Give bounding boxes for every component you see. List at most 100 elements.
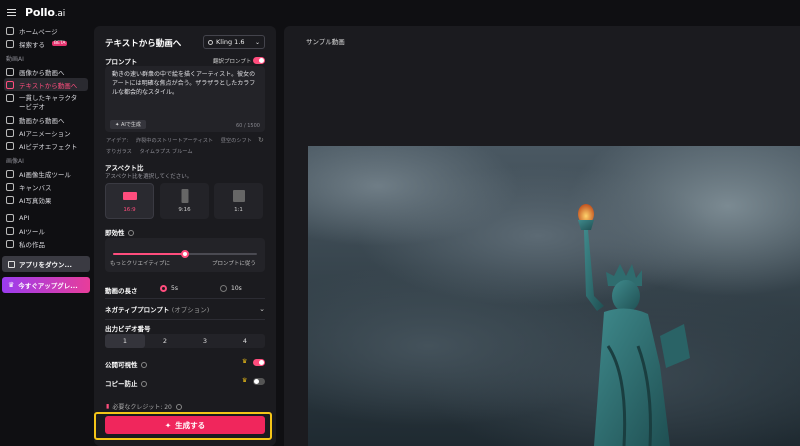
sidebar: ホームページ 探索する BETA 動画AI 画像から動画へ テキストから動画へ 一貫した… [0, 24, 92, 446]
sample-title: サンプル動画 [306, 38, 345, 46]
info-icon [140, 381, 147, 387]
sidebar-item[interactable]: AI画像生成ツール [0, 167, 92, 180]
works-icon [6, 239, 14, 248]
sidebar-item-label: テキストから動画へ [19, 81, 78, 90]
home-icon [6, 26, 14, 35]
top-bar: Pollo.ai [0, 0, 800, 24]
duration-5s-radio[interactable] [160, 285, 167, 292]
sidebar-item-label: 画像から動画へ [19, 68, 65, 77]
aspect-label: アスペクト比 [105, 164, 144, 172]
sidebar-item[interactable]: テキストから動画へ [4, 78, 88, 91]
ai-generate-button[interactable]: ✦ AIで生成 [110, 120, 146, 129]
sidebar-item[interactable]: 探索する BETA [0, 37, 92, 50]
idea-chip[interactable]: すりガラス [106, 149, 132, 155]
sidebar-item-label: 動画から動画へ [19, 116, 65, 125]
public-toggle[interactable] [253, 359, 265, 366]
sidebar-item[interactable]: 画像から動画へ [0, 65, 92, 78]
effects-icon [6, 141, 14, 150]
crown-icon: ♛ [8, 281, 15, 289]
ideas-list: アイデア: 炸裂中のストリートアーティスト 昼空のシフト すりガラス タイムラプ… [106, 138, 252, 155]
sidebar-item[interactable]: AIアニメーション [0, 126, 92, 139]
sidebar-item-label: API [19, 213, 30, 222]
sidebar-item-label: AIアニメーション [19, 129, 71, 138]
beta-badge: BETA [52, 41, 68, 46]
section-image-ai: 画像AI [6, 158, 24, 165]
creativity-left-label: もっとクリエイティブに [110, 261, 171, 267]
creativity-slider[interactable] [113, 250, 257, 258]
output-count-1[interactable]: 1 [105, 334, 145, 348]
sidebar-item[interactable]: 一貫したキャラクタービデオ [0, 91, 92, 113]
credit-icon: ▮ [106, 403, 110, 410]
sidebar-item[interactable]: AIツール [0, 224, 92, 237]
sidebar-item-label: AI写真効果 [19, 196, 52, 205]
info-icon [127, 230, 134, 236]
chevron-down-icon: ⌄ [254, 38, 260, 46]
animation-icon [6, 128, 14, 137]
sidebar-item[interactable]: API [0, 211, 92, 224]
video-video-icon [6, 115, 14, 124]
aspect-hint: アスペクト比を選択してください。 [105, 174, 193, 180]
divider [105, 319, 265, 320]
copy-protect-toggle[interactable] [253, 378, 265, 385]
crown-icon: ♛ [242, 377, 248, 384]
download-app-button[interactable]: アプリをダウン... [2, 256, 90, 272]
sidebar-item-label: 探索する [19, 40, 45, 49]
output-count-3[interactable]: 3 [185, 334, 225, 348]
image-gen-icon [6, 169, 14, 178]
translate-toggle[interactable] [253, 57, 265, 64]
info-icon [175, 403, 182, 410]
sidebar-item-label: ホームページ [19, 27, 58, 36]
download-icon [8, 260, 15, 268]
aspect-1-1[interactable]: 1:1 [214, 183, 263, 219]
negative-label: ネガティブプロンプト [105, 306, 170, 314]
idea-chip[interactable]: 炸裂中のストリートアーティスト [136, 138, 213, 144]
sidebar-item[interactable]: キャンバス [0, 180, 92, 193]
creativity-right-label: プロンプトに従う [212, 261, 256, 267]
aspect-9-16[interactable]: 9:16 [160, 183, 209, 219]
idea-chip[interactable]: タイムラプス ブルーム [140, 149, 193, 155]
logo[interactable]: Pollo.ai [25, 6, 65, 19]
sidebar-item-label: AI画像生成ツール [19, 170, 71, 179]
negative-prompt-toggle[interactable]: ネガティブプロンプト (オプション) ⌄ [105, 303, 265, 315]
sidebar-item[interactable]: 動画から動画へ [0, 113, 92, 126]
model-icon [208, 39, 213, 45]
duration-10s-label: 10s [231, 285, 242, 292]
photo-effect-icon [6, 195, 14, 204]
char-count: 60 / 1500 [236, 123, 260, 129]
aspect-shape-icon [181, 189, 188, 203]
info-icon [140, 362, 147, 368]
sidebar-item[interactable]: ホームページ [0, 24, 92, 37]
slider-handle[interactable] [181, 250, 189, 258]
generate-button[interactable]: ✦ 生成する [105, 416, 265, 434]
menu-icon[interactable] [7, 8, 16, 16]
model-select[interactable]: Kling 1.6 ⌄ [203, 35, 265, 49]
output-count-4[interactable]: 4 [225, 334, 265, 348]
text-video-icon [6, 80, 14, 89]
sidebar-item[interactable]: 私の作品 [0, 237, 92, 250]
sparkle-icon: ✦ [164, 420, 172, 430]
crown-icon: ♛ [242, 358, 248, 365]
aspect-16-9[interactable]: 16:9 [105, 183, 154, 219]
statue-of-liberty-image [578, 204, 690, 446]
character-icon [6, 94, 14, 102]
upgrade-button[interactable]: ♛ 今すぐアップグレ... [2, 277, 90, 293]
page-title: テキストから動画へ [105, 39, 182, 49]
sidebar-item[interactable]: AI写真効果 [0, 193, 92, 206]
sample-video-preview[interactable] [308, 146, 800, 446]
duration-10s-radio[interactable] [220, 285, 227, 292]
creativity-label: 即効性 [105, 227, 134, 237]
sparkle-icon: ✦ [115, 121, 120, 128]
idea-chip[interactable]: 昼空のシフト [221, 138, 252, 144]
sidebar-item-label: AIビデオエフェクト [19, 142, 78, 151]
copy-protect-label: コピー防止 [105, 378, 147, 388]
aspect-shape-icon [122, 192, 137, 200]
compass-icon [6, 39, 14, 48]
duration-5s-label: 5s [171, 285, 178, 292]
sidebar-item-label: キャンバス [19, 183, 52, 192]
output-count-2[interactable]: 2 [145, 334, 185, 348]
sidebar-item[interactable]: AIビデオエフェクト [0, 139, 92, 152]
api-icon [6, 213, 14, 222]
image-video-icon [6, 67, 14, 76]
chevron-down-icon: ⌄ [259, 305, 265, 313]
prompt-label: プロンプト [105, 58, 138, 66]
